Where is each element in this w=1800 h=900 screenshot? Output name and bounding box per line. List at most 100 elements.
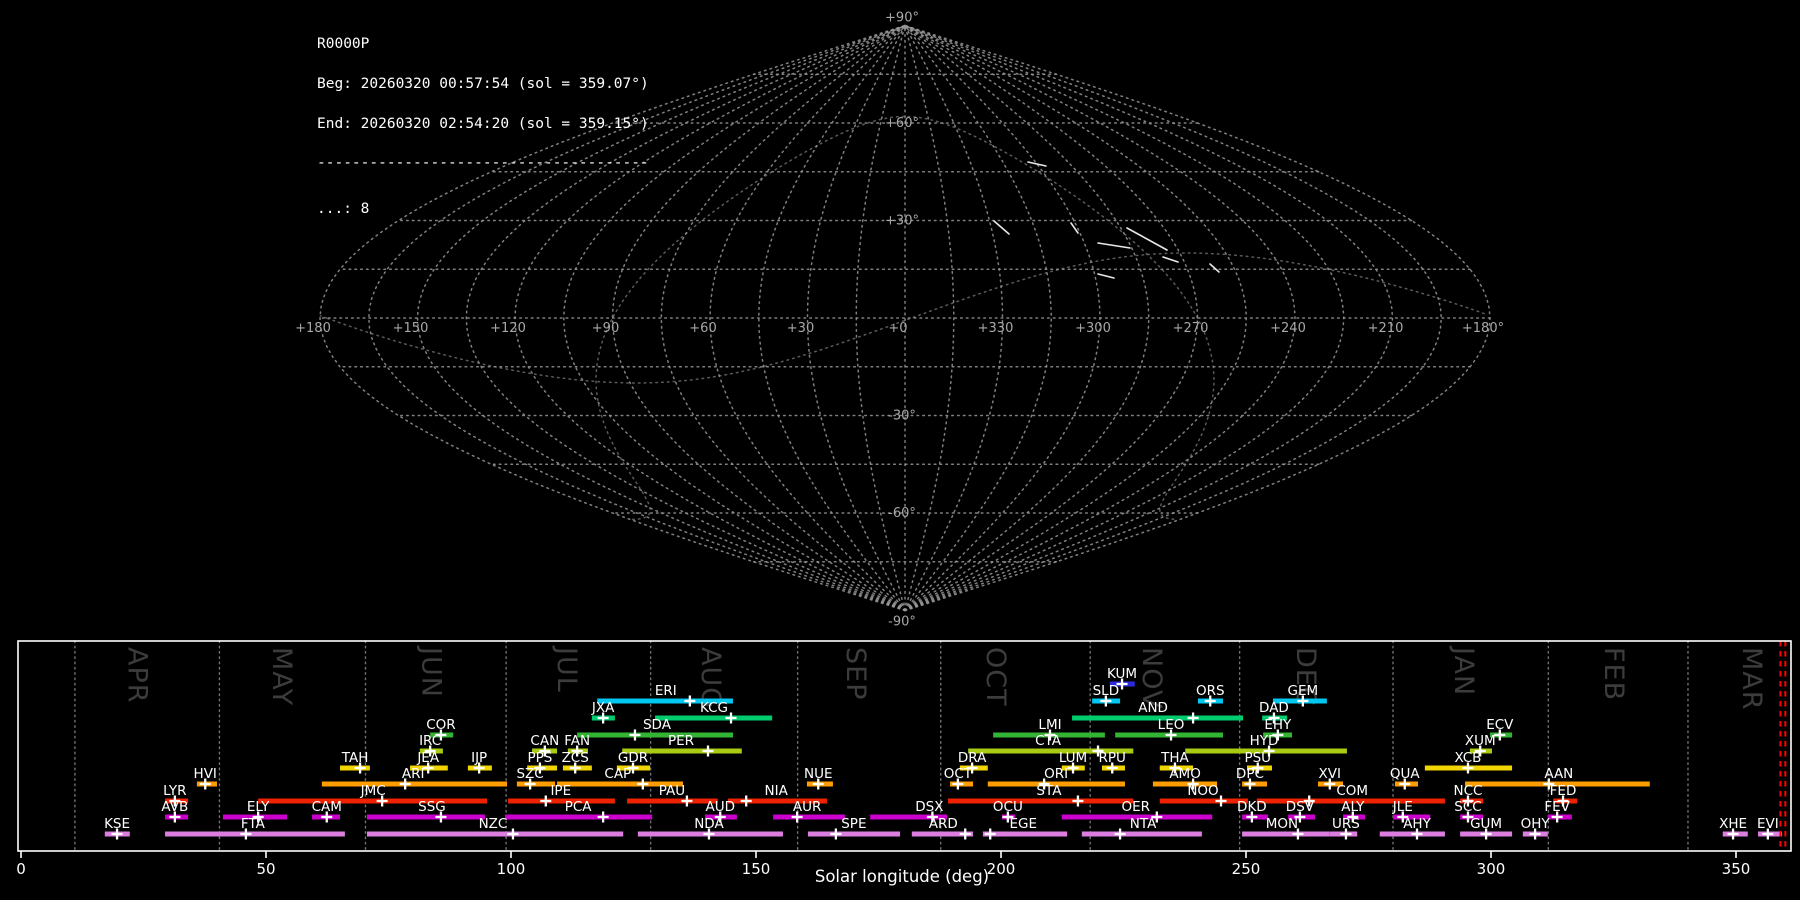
shower-label-DRA: DRA (958, 750, 987, 766)
meteor-radiant-app-window: +90° -90° +60° +30° -30° -60° +180 +150 +120 +90 +… (0, 0, 1800, 900)
shower-bar-AUR (773, 814, 846, 820)
shower-label-PER: PER (668, 733, 694, 749)
shower-label-AMO: AMO (1169, 766, 1201, 782)
shower-label-EHY: EHY (1264, 717, 1292, 733)
shower-label-NOO: NOO (1187, 783, 1218, 799)
shower-label-CAN: CAN (530, 733, 559, 749)
shower-bar-MON (1242, 831, 1330, 837)
shower-label-HYD: HYD (1250, 733, 1279, 749)
plot-canvas: +90° -90° +60° +30° -30° -60° +180 +150 +120 +90 +… (0, 0, 1800, 900)
shower-label-HVI: HVI (194, 766, 217, 782)
shower-label-NIA: NIA (765, 783, 789, 799)
shower-label-KCG: KCG (700, 700, 728, 716)
shower-bar-ARI (321, 781, 508, 787)
shower-label-GUM: GUM (1470, 816, 1502, 832)
shower-bar-NOO (1159, 798, 1248, 804)
shower-label-DKD: DKD (1237, 799, 1267, 815)
longitude-label: +60 (689, 321, 716, 336)
month-label: MAR (1736, 647, 1767, 711)
x-tick-label: 250 (1232, 860, 1261, 878)
shower-label-XUM: XUM (1465, 733, 1496, 749)
info-header: R0000P Beg: 20260320 00:57:54 (sol = 359… (317, 12, 649, 242)
shower-label-ERI: ERI (655, 683, 677, 699)
shower-label-PAU: PAU (659, 783, 685, 799)
shower-bar-SDA (577, 732, 733, 738)
x-tick-label: 100 (497, 860, 526, 878)
shower-label-MON: MON (1266, 816, 1298, 832)
shower-bar-IPE (508, 798, 615, 804)
month-label: FEB (1598, 647, 1629, 701)
shower-label-CAP: CAP (604, 766, 631, 782)
shower-label-ARI: ARI (402, 766, 425, 782)
longitude-label: +120 (490, 321, 526, 336)
longitude-label: +240 (1270, 321, 1306, 336)
shower-label-ORI: ORI (1044, 766, 1068, 782)
x-tick-label: 50 (256, 860, 275, 878)
latitude-label: +30° (885, 214, 919, 229)
shower-bar-NTA (1081, 831, 1202, 837)
month-label: OCT (980, 647, 1011, 707)
shower-label-AND: AND (1138, 700, 1168, 716)
x-tick-label: 0 (16, 860, 26, 878)
latitude-label: -60° (888, 506, 916, 521)
shower-label-RPU: RPU (1099, 750, 1126, 766)
shower-label-IRC: IRC (419, 733, 441, 749)
shower-label-OCU: OCU (993, 799, 1023, 815)
shower-bar-STA (948, 798, 1134, 804)
x-tick-label: 200 (987, 860, 1016, 878)
pole-label-north: +90° (885, 11, 919, 26)
x-axis-title: Solar longitude (deg) (815, 867, 989, 886)
shower-bar-SZC (516, 781, 556, 787)
longitude-label: +180 (295, 321, 331, 336)
shower-label-SPE: SPE (841, 816, 866, 832)
month-label: JAN (1448, 645, 1479, 696)
longitude-label: +180° (1462, 321, 1504, 336)
shower-label-JEA: JEA (416, 750, 440, 766)
latitude-label: +60° (885, 116, 919, 131)
shower-label-OCT: OCT (944, 766, 973, 782)
shower-label-ALY: ALY (1341, 799, 1365, 815)
shower-bar-SSG (366, 814, 486, 820)
shower-label-AUR: AUR (793, 799, 822, 815)
shower-label-COM: COM (1336, 783, 1368, 799)
shower-label-GEM: GEM (1288, 683, 1319, 699)
shower-label-JLE: JLE (1392, 799, 1413, 815)
shower-bar-PCA (505, 814, 653, 820)
month-label: JUL (551, 645, 582, 693)
shower-label-GDR: GDR (618, 750, 648, 766)
shower-label-PPS: PPS (527, 750, 552, 766)
shower-label-PSU: PSU (1244, 750, 1271, 766)
meteor-count: ...: 8 (317, 200, 370, 217)
shower-label-ECV: ECV (1486, 717, 1514, 733)
shower-label-SZC: SZC (516, 766, 543, 782)
x-tick-label: 350 (1722, 860, 1751, 878)
longitude-label: +210 (1368, 321, 1404, 336)
shower-label-JXA: JXA (591, 700, 615, 716)
shower-label-JMC: JMC (360, 783, 386, 799)
month-label: APR (122, 647, 153, 704)
latitude-label: -30° (888, 409, 916, 424)
shower-label-QUA: QUA (1390, 766, 1421, 782)
shower-label-SLD: SLD (1093, 683, 1120, 699)
shower-label-NCC: NCC (1453, 783, 1482, 799)
pole-label-south: -90° (888, 615, 916, 630)
shower-label-ZCS: ZCS (562, 750, 589, 766)
shower-label-EGE: EGE (1009, 816, 1037, 832)
shower-label-NTA: NTA (1130, 816, 1157, 832)
shower-label-CTA: CTA (1035, 733, 1062, 749)
shower-label-NDA: NDA (694, 816, 724, 832)
end-time: End: 20260320 02:54:20 (sol = 359.15°) (317, 115, 649, 132)
shower-label-DSX: DSX (915, 799, 943, 815)
shower-bar-FTA (165, 831, 345, 837)
separator-line: -------------------------------------- (317, 155, 649, 172)
station-code: R0000P (317, 36, 370, 53)
shower-label-TAH: TAH (341, 750, 369, 766)
longitude-label: +30 (787, 321, 814, 336)
shower-label-SSG: SSG (418, 799, 446, 815)
shower-label-LYR: LYR (163, 783, 186, 799)
shower-label-IPE: IPE (550, 783, 571, 799)
shower-label-FTA: FTA (241, 816, 266, 832)
shower-label-FED: FED (1550, 783, 1577, 799)
shower-label-LEO: LEO (1158, 717, 1185, 733)
begin-time: Beg: 20260320 00:57:54 (sol = 359.07°) (317, 76, 649, 93)
